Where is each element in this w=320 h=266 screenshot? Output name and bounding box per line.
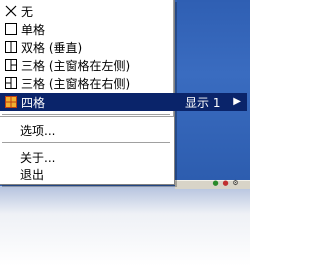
screen-fade [0,186,250,266]
single-pane-icon [4,22,18,36]
menu-item-label: 关于... [20,150,56,165]
three-pane-left-icon [4,58,18,72]
menu-item-label: 单格 [21,22,46,37]
menu-item-label: 双格 (垂直) [21,40,83,55]
two-pane-vertical-icon [4,40,18,54]
menu-item-single[interactable]: 单格 [0,20,173,38]
tray-icon-red[interactable]: ● [222,180,229,187]
submenu-arrow-icon: ▶ [233,96,241,107]
four-pane-icon [4,95,18,109]
menu-item-label: 四格 [21,95,46,110]
menu-item-label: 无 [21,4,34,19]
menu-item-label: 显示 1 [185,95,221,110]
menu-item-display[interactable]: 显示 1 ▶ [173,93,247,111]
menu-item-none[interactable]: 无 [0,2,173,20]
menu-item-label: 三格 (主窗格在右侧) [21,76,131,91]
menu-item-options[interactable]: 选项... [0,121,173,139]
none-layout-icon [4,4,18,18]
layout-submenu: 无 单格 双格 (垂直) 三格 (主窗格在左侧) 三格 (主窗格在右侧) 四格 [0,0,174,117]
tray-icon-settings[interactable]: ⚙ [232,180,239,187]
tray-icon-green[interactable]: ● [212,180,219,187]
menu-item-label: 选项... [20,123,56,138]
menu-item-about[interactable]: 关于... [0,148,173,166]
context-menu: 无 单格 双格 (垂直) 三格 (主窗格在左侧) 三格 (主窗格在右侧) 四格 … [0,0,175,185]
menu-item-exit[interactable]: 退出 [0,165,173,183]
menu-item-two-vertical[interactable]: 双格 (垂直) [0,38,173,56]
menu-item-four[interactable]: 四格 [0,93,173,111]
menu-separator [2,142,170,144]
three-pane-right-icon [4,76,18,90]
menu-separator [2,114,170,116]
menu-item-label: 退出 [20,167,45,182]
menu-item-three-left[interactable]: 三格 (主窗格在左侧) [0,56,173,74]
menu-item-three-right[interactable]: 三格 (主窗格在右侧) [0,74,173,92]
menu-item-label: 三格 (主窗格在左侧) [21,58,131,73]
